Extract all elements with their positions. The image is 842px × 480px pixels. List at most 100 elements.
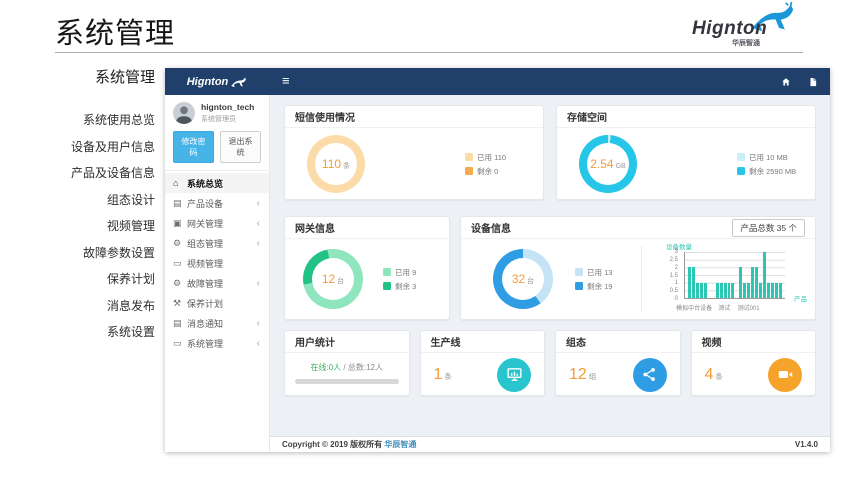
card-title: 用户统计 xyxy=(295,334,335,349)
bar xyxy=(743,283,746,298)
legend-item: 剩余 2590 MB xyxy=(737,166,796,177)
device-bar-plot xyxy=(684,252,785,299)
hamburger-icon[interactable]: ≡ xyxy=(282,73,290,88)
sidebar-item-faults[interactable]: ⚙ 故障管理 ‹ xyxy=(165,273,269,293)
footer-version: V1.4.0 xyxy=(795,440,818,449)
sms-usage-card: 短信使用情况 110 条 已用 11 xyxy=(284,105,544,200)
bar xyxy=(728,283,731,298)
wrench-icon: ⚒ xyxy=(173,298,187,309)
user-profile: hignton_tech 系统管理员 xyxy=(165,95,269,128)
bar xyxy=(724,283,727,298)
app-sidebar: hignton_tech 系统管理员 修改密码 退出系统 ⌂ 系统总览 ▤ 产品… xyxy=(165,95,270,452)
gateway-unit: 台 xyxy=(337,276,344,286)
sidebar-item-label: 组态管理 xyxy=(187,237,223,250)
chevron-left-icon: ‹ xyxy=(257,238,260,249)
bar xyxy=(751,267,754,298)
card-title: 组态 xyxy=(566,334,586,349)
outer-item-fault-params[interactable]: 故障参数设置 xyxy=(0,244,155,261)
user-stats-card: 用户统计 在线:0人 / 总数:12人 xyxy=(284,330,410,396)
home-icon[interactable] xyxy=(781,77,791,87)
device-donut-chart: 32 台 xyxy=(493,249,553,309)
cogs-icon: ⚙ xyxy=(173,278,187,289)
desktop-icon: ▭ xyxy=(173,338,187,349)
app-footer: Copyright © 2019 版权所有 华辰智通 V1.4.0 xyxy=(270,436,830,452)
sms-value: 110 xyxy=(322,157,341,171)
sms-donut-chart: 110 条 xyxy=(307,135,365,193)
card-title: 网关信息 xyxy=(295,220,335,235)
bar xyxy=(696,283,699,298)
bar xyxy=(716,283,719,298)
sidebar-item-label: 产品设备 xyxy=(187,197,223,210)
bar xyxy=(731,283,734,298)
chevron-left-icon: ‹ xyxy=(257,218,260,229)
card-title: 视频 xyxy=(702,334,722,349)
outer-item-system-settings[interactable]: 系统设置 xyxy=(0,323,155,340)
outer-item-product-device-info[interactable]: 产品及设备信息 xyxy=(0,164,155,181)
outer-item-message-publish[interactable]: 消息发布 xyxy=(0,297,155,314)
sidebar-item-label: 故障管理 xyxy=(187,277,223,290)
app-logo-text: Hignton xyxy=(187,76,229,88)
sms-unit: 条 xyxy=(343,161,350,171)
desktop-icon: ▭ xyxy=(173,258,187,269)
video-camera-icon[interactable] xyxy=(768,358,802,392)
y-axis-title: 设备数量 xyxy=(666,241,692,251)
user-avatar[interactable] xyxy=(173,102,195,124)
user-stats-line: 在线:0人 / 总数:12人 xyxy=(285,362,409,373)
video-value: 4 xyxy=(705,366,714,383)
book-icon: ▤ xyxy=(173,318,187,329)
production-chart-icon[interactable] xyxy=(497,358,531,392)
sidebar-item-overview[interactable]: ⌂ 系统总览 xyxy=(165,173,269,193)
change-password-button[interactable]: 修改密码 xyxy=(173,131,214,163)
storage-card: 存储空间 2.54 GB 已用 10 xyxy=(556,105,816,200)
screen: 系统管理 Hignton 华辰智通 系统管理 系统使用总览 设备及用户信息 产品… xyxy=(0,0,842,480)
sidebar-item-products[interactable]: ▤ 产品设备 ‹ xyxy=(165,193,269,213)
chevron-left-icon: ‹ xyxy=(257,338,260,349)
outer-item-device-user-info[interactable]: 设备及用户信息 xyxy=(0,138,155,155)
production-value: 1 xyxy=(434,366,443,383)
brand-name: Hignton xyxy=(692,18,767,40)
logout-button[interactable]: 退出系统 xyxy=(220,131,261,163)
card-title: 生产线 xyxy=(431,334,461,349)
home-icon: ⌂ xyxy=(173,178,187,188)
online-progress-bar xyxy=(295,379,399,384)
tv-icon: ▣ xyxy=(173,218,187,229)
card-title: 存储空间 xyxy=(567,109,607,124)
sidebar-item-system[interactable]: ▭ 系统管理 ‹ xyxy=(165,333,269,353)
legend-item: 已用 110 xyxy=(465,152,506,163)
sidebar-item-label: 系统总览 xyxy=(187,177,223,190)
bar xyxy=(700,283,703,298)
sidebar-item-scada[interactable]: ⚙ 组态管理 ‹ xyxy=(165,233,269,253)
legend-item: 已用 9 xyxy=(383,267,416,278)
online-count: 在线:0人 xyxy=(311,363,342,372)
sidebar-item-gateways[interactable]: ▣ 网关管理 ‹ xyxy=(165,213,269,233)
bar xyxy=(688,267,691,298)
storage-donut-chart: 2.54 GB xyxy=(579,135,637,193)
sidebar-menu: ⌂ 系统总览 ▤ 产品设备 ‹ ▣ 网关管理 ‹ ⚙ 组态管理 ‹ xyxy=(165,173,269,353)
chevron-left-icon: ‹ xyxy=(257,198,260,209)
bar xyxy=(755,267,758,298)
outer-item-system-usage[interactable]: 系统使用总览 xyxy=(0,111,155,128)
outer-item-scada-design[interactable]: 组态设计 xyxy=(0,191,155,208)
outer-item-video-management[interactable]: 视频管理 xyxy=(0,217,155,234)
brand-subtitle: 华辰智通 xyxy=(732,38,760,48)
outer-item-maintenance-plan[interactable]: 保养计划 xyxy=(0,270,155,287)
sidebar-item-messages[interactable]: ▤ 消息通知 ‹ xyxy=(165,313,269,333)
sidebar-item-maintenance[interactable]: ⚒ 保养计划 xyxy=(165,293,269,313)
bar xyxy=(767,283,770,298)
device-card: 设备信息 产品总数 35 个 32 台 xyxy=(460,216,816,320)
outer-menu-heading: 系统管理 xyxy=(0,66,155,87)
file-icon[interactable] xyxy=(808,77,818,87)
app-navbar: ≡ xyxy=(270,68,830,95)
sidebar-item-video[interactable]: ▭ 视频管理 xyxy=(165,253,269,273)
company-link[interactable]: 华辰智通 xyxy=(384,440,416,449)
bar xyxy=(692,267,695,298)
sidebar-item-label: 网关管理 xyxy=(187,217,223,230)
total-count: / 总数:12人 xyxy=(341,363,383,372)
product-total-badge[interactable]: 产品总数 35 个 xyxy=(732,219,805,237)
user-role: 系统管理员 xyxy=(201,114,254,124)
device-bar-xticks: 模拟中台设备测试测试001 xyxy=(684,303,785,311)
video-card: 视频 4条 xyxy=(691,330,817,396)
top-divider xyxy=(55,52,803,53)
gateway-card: 网关信息 12 台 已用 9 xyxy=(284,216,450,320)
scada-share-icon[interactable] xyxy=(633,358,667,392)
